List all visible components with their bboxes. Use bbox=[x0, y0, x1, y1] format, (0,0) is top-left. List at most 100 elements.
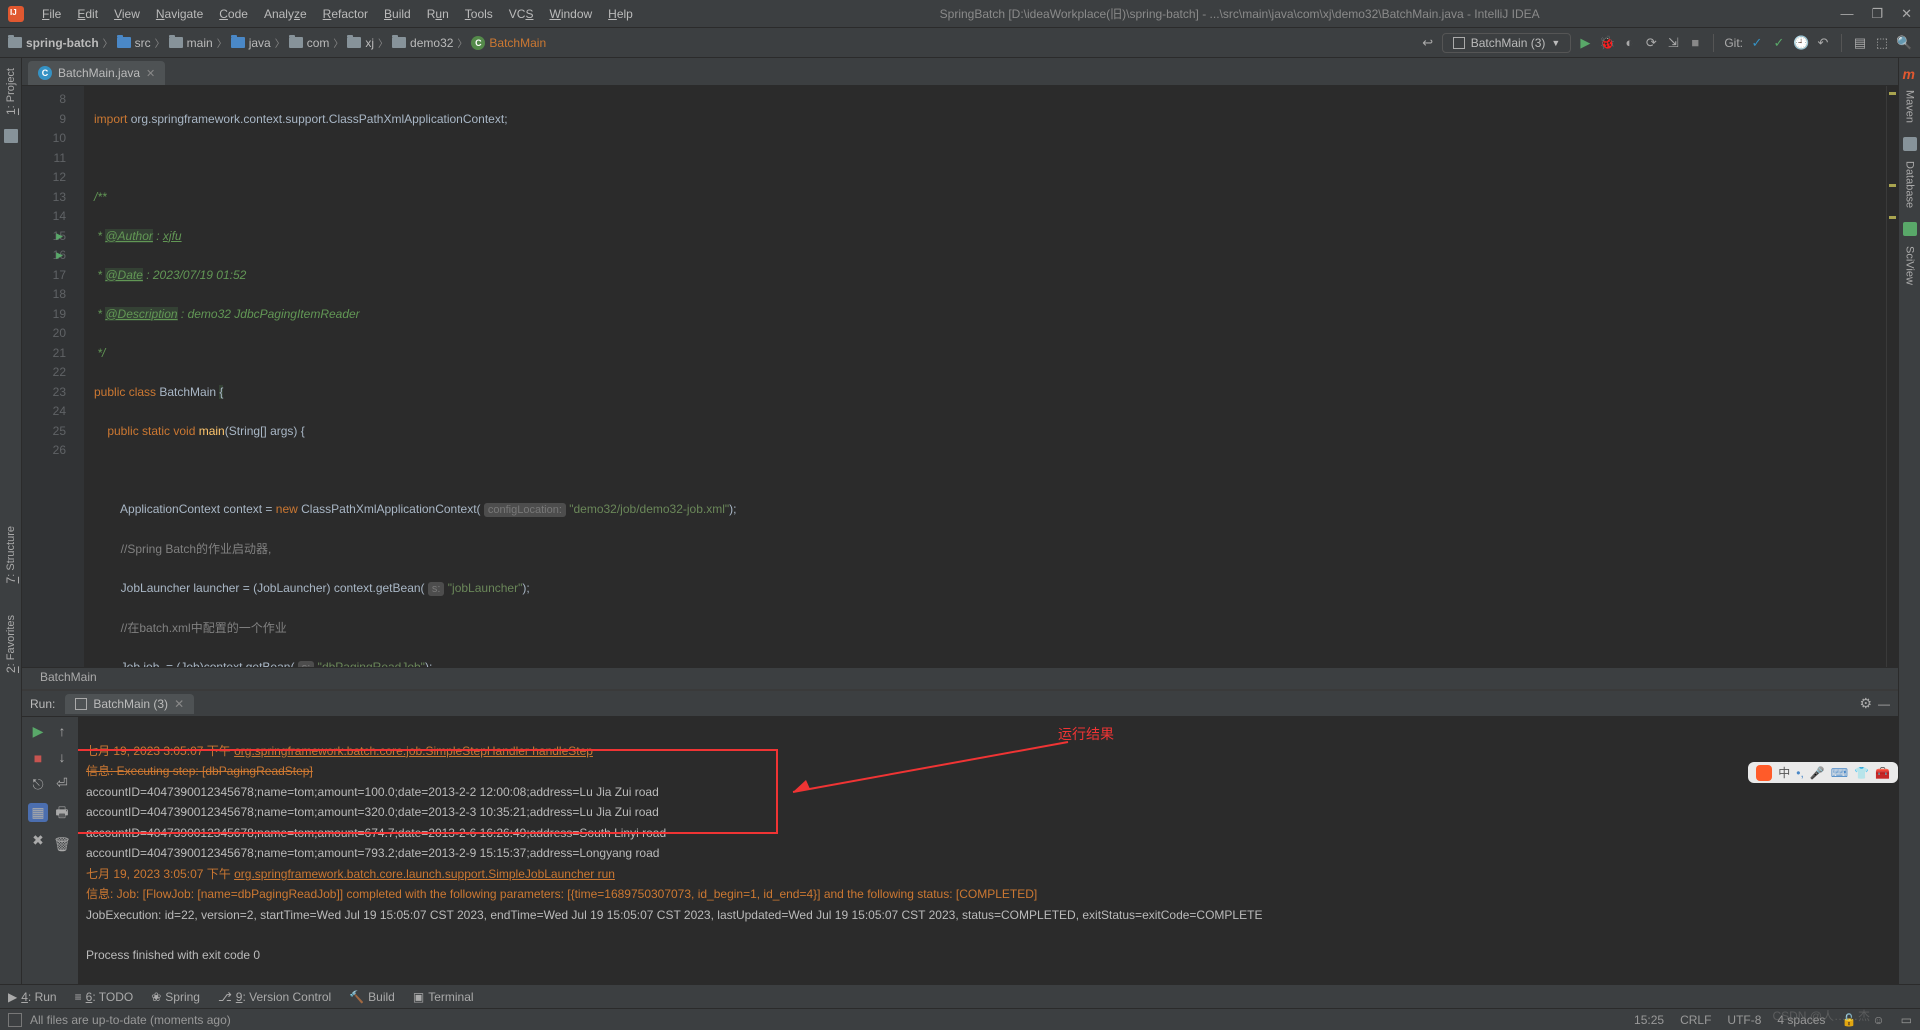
ime-skin-icon[interactable]: 👕 bbox=[1854, 766, 1869, 780]
code-content[interactable]: import org.springframework.context.suppo… bbox=[84, 86, 1886, 667]
exit-button[interactable]: ⎋ bbox=[28, 776, 48, 793]
profile-button[interactable]: ⟳ bbox=[1643, 35, 1659, 51]
attach-button[interactable]: ⇲ bbox=[1665, 35, 1681, 51]
run-config-selector[interactable]: BatchMain (3) ▼ bbox=[1442, 33, 1572, 53]
todo-tab-button[interactable]: ≡ 6: TODO bbox=[75, 990, 134, 1004]
search-icon[interactable]: 🔍 bbox=[1896, 35, 1912, 51]
console-output[interactable]: 七月 19, 2023 3:05:07 下午 org.springframewo… bbox=[78, 717, 1898, 984]
line-separator[interactable]: CRLF bbox=[1680, 1013, 1711, 1027]
warning-marker[interactable] bbox=[1889, 92, 1896, 95]
marker-bar[interactable] bbox=[1886, 86, 1898, 667]
ime-mic-icon[interactable]: 🎤 bbox=[1810, 766, 1825, 780]
maximize-button[interactable]: ❐ bbox=[1871, 6, 1883, 22]
ime-logo-icon[interactable] bbox=[1756, 765, 1772, 781]
ime-keyboard-icon[interactable]: ⌨ bbox=[1831, 766, 1848, 780]
warning-marker[interactable] bbox=[1889, 184, 1896, 187]
warning-marker[interactable] bbox=[1889, 216, 1896, 219]
annotation-arrow bbox=[778, 737, 1078, 807]
menu-run[interactable]: Run bbox=[421, 5, 455, 23]
chevron-down-icon: ▼ bbox=[1551, 38, 1560, 48]
git-commit-icon[interactable]: ✓ bbox=[1771, 35, 1787, 51]
folder-icon[interactable] bbox=[4, 129, 18, 143]
file-encoding[interactable]: UTF-8 bbox=[1727, 1013, 1761, 1027]
menu-vcs[interactable]: VCS bbox=[503, 5, 540, 23]
line-number: 21 bbox=[28, 344, 66, 364]
caret-position[interactable]: 15:25 bbox=[1634, 1013, 1664, 1027]
gear-icon[interactable]: ⚙ bbox=[1859, 695, 1872, 712]
open-icon[interactable]: ⬚ bbox=[1874, 35, 1890, 51]
editor-tab-batchmain[interactable]: C BatchMain.java ✕ bbox=[28, 61, 165, 85]
menu-refactor[interactable]: Refactor bbox=[317, 5, 374, 23]
ime-cn-icon[interactable]: 中 bbox=[1778, 764, 1790, 781]
spring-tab-button[interactable]: ❀ Spring bbox=[151, 990, 200, 1004]
run-button[interactable]: ▶ bbox=[1577, 35, 1593, 51]
sciview-tool-button[interactable]: SciView bbox=[1904, 240, 1916, 291]
close-tab-icon[interactable]: ✕ bbox=[146, 67, 155, 80]
menu-code[interactable]: Code bbox=[213, 5, 254, 23]
menu-navigate[interactable]: Navigate bbox=[150, 5, 209, 23]
layout-button[interactable]: ▦ bbox=[28, 803, 48, 822]
close-button[interactable]: ✕ bbox=[1901, 6, 1912, 22]
run-tab-button[interactable]: ▶ 4: Run bbox=[8, 990, 57, 1004]
ime-toolbox-icon[interactable]: 🧰 bbox=[1875, 766, 1890, 780]
menu-view[interactable]: View bbox=[108, 5, 146, 23]
menu-analyze[interactable]: Analyze bbox=[258, 5, 313, 23]
build-tab-button[interactable]: 🔨 Build bbox=[349, 990, 395, 1004]
menu-help[interactable]: Help bbox=[602, 5, 639, 23]
maven-icon[interactable]: m bbox=[1903, 66, 1917, 80]
run-tab[interactable]: BatchMain (3) ✕ bbox=[65, 694, 194, 714]
crumb-com[interactable]: com bbox=[289, 36, 330, 50]
maven-tool-button[interactable]: Maven bbox=[1904, 84, 1916, 129]
database-tool-button[interactable]: Database bbox=[1904, 155, 1916, 214]
git-history-icon[interactable]: 🕘 bbox=[1793, 35, 1809, 51]
database-icon[interactable] bbox=[1903, 137, 1917, 151]
editor-breadcrumb[interactable]: BatchMain bbox=[22, 667, 1898, 689]
wrap-button[interactable]: ⏎ bbox=[52, 775, 72, 792]
down-button[interactable]: ↓ bbox=[52, 749, 72, 765]
run-header: Run: BatchMain (3) ✕ ⚙ — bbox=[22, 691, 1898, 717]
pin-button[interactable]: ✖ bbox=[28, 832, 48, 849]
sciview-icon[interactable] bbox=[1903, 222, 1917, 236]
inspections-icon[interactable]: ☺ bbox=[1872, 1013, 1884, 1027]
menu-build[interactable]: Build bbox=[378, 5, 417, 23]
git-update-icon[interactable]: ✓ bbox=[1749, 35, 1765, 51]
menu-edit[interactable]: Edit bbox=[71, 5, 104, 23]
debug-button[interactable]: 🐞 bbox=[1599, 35, 1615, 51]
crumb-java[interactable]: java bbox=[231, 36, 271, 50]
status-icon[interactable] bbox=[8, 1013, 22, 1027]
code-editor[interactable]: 8 9 10 11 12 13 14 15▶ 16▶ 17 18 19 20 2… bbox=[22, 86, 1898, 667]
minimize-button[interactable]: — bbox=[1840, 6, 1853, 22]
menu-tools[interactable]: Tools bbox=[459, 5, 499, 23]
stop-button[interactable]: ■ bbox=[28, 750, 48, 766]
vcs-tab-button[interactable]: ⎇ 9: Version Control bbox=[218, 990, 331, 1004]
run-gutter-icon[interactable]: ▶ bbox=[56, 227, 63, 247]
log-line: org.springframework.batch.core.launch.su… bbox=[234, 867, 615, 881]
run-gutter-icon[interactable]: ▶ bbox=[56, 246, 63, 266]
menu-window[interactable]: Window bbox=[543, 5, 598, 23]
print-button[interactable]: 🖶 bbox=[52, 802, 72, 826]
menu-file[interactable]: File bbox=[36, 5, 67, 23]
crumb-src[interactable]: src bbox=[117, 36, 151, 50]
structure-tool-button[interactable]: 7: Structure bbox=[4, 520, 18, 589]
favorites-tool-button[interactable]: 2: Favorites bbox=[4, 609, 18, 679]
coverage-button[interactable]: ◐ bbox=[1621, 35, 1637, 50]
close-icon[interactable]: ✕ bbox=[174, 697, 184, 711]
back-icon[interactable]: ↩ bbox=[1420, 35, 1436, 51]
line-number: 10 bbox=[28, 129, 66, 149]
hide-icon[interactable]: — bbox=[1878, 697, 1890, 711]
git-revert-icon[interactable]: ↶ bbox=[1815, 35, 1831, 51]
crumb-project[interactable]: spring-batch bbox=[8, 36, 99, 50]
crumb-main[interactable]: main bbox=[169, 36, 213, 50]
up-button[interactable]: ↑ bbox=[52, 723, 72, 739]
structure-icon[interactable]: ▤ bbox=[1852, 35, 1868, 51]
crumb-xj[interactable]: xj bbox=[347, 36, 374, 50]
terminal-tab-button[interactable]: ▣ Terminal bbox=[413, 990, 474, 1004]
stop-button[interactable]: ■ bbox=[1687, 35, 1703, 50]
trash-button[interactable]: 🗑 bbox=[52, 836, 72, 853]
rerun-button[interactable]: ▶ bbox=[28, 723, 48, 740]
crumb-class[interactable]: CBatchMain bbox=[471, 36, 546, 50]
ime-punct-icon[interactable]: •, bbox=[1796, 766, 1804, 780]
crumb-demo32[interactable]: demo32 bbox=[392, 36, 453, 50]
memory-indicator[interactable]: ▭ bbox=[1901, 1013, 1912, 1027]
project-tool-button[interactable]: 1: Project bbox=[4, 62, 18, 121]
